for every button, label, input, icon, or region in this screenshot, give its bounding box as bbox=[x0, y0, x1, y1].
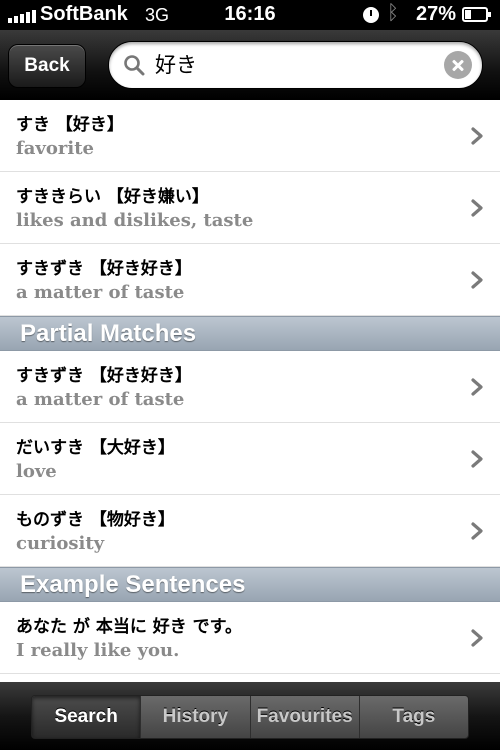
chevron-right-icon bbox=[471, 271, 483, 289]
entry-japanese: だいすき 【大好き】 bbox=[16, 438, 175, 458]
search-bar: Back 好き bbox=[0, 30, 500, 100]
list-item[interactable]: すきずき 【好き好き】 a matter of taste bbox=[0, 244, 500, 316]
chevron-right-icon bbox=[471, 127, 483, 145]
entry-japanese: すき 【好き】 bbox=[16, 115, 124, 135]
results-list: すき 【好き】 favorite すききらい 【好き嫌い】 likes and … bbox=[0, 100, 500, 682]
chevron-right-icon bbox=[471, 199, 483, 217]
sentence-english: I really like you. bbox=[16, 640, 180, 661]
entry-english: a matter of taste bbox=[16, 282, 185, 303]
sentence-japanese: あなた が 本当に 好き です。 bbox=[16, 617, 242, 637]
list-item[interactable]: だいすき 【大好き】 love bbox=[0, 423, 500, 495]
list-item[interactable]: すきずき 【好き好き】 a matter of taste bbox=[0, 351, 500, 423]
search-input[interactable]: 好き bbox=[108, 41, 483, 89]
entry-japanese: すきずき 【好き好き】 bbox=[16, 366, 192, 386]
tab-tags[interactable]: Tags bbox=[360, 696, 468, 738]
search-icon bbox=[124, 55, 145, 76]
segmented-control: Search History Favourites Tags bbox=[31, 695, 469, 739]
list-item[interactable]: すききらい 【好き嫌い】 likes and dislikes, taste bbox=[0, 172, 500, 244]
tab-favourites[interactable]: Favourites bbox=[251, 696, 360, 738]
entry-english: love bbox=[16, 461, 57, 482]
rotation-lock-icon bbox=[363, 7, 379, 23]
tab-search[interactable]: Search bbox=[32, 696, 142, 738]
chevron-right-icon bbox=[471, 450, 483, 468]
battery-icon bbox=[462, 7, 491, 22]
list-item[interactable]: ものずき 【物好き】 curiosity bbox=[0, 495, 500, 567]
entry-english: favorite bbox=[16, 138, 94, 159]
list-item[interactable]: あなた が 本当に 好き です。 I really like you. bbox=[0, 602, 500, 674]
chevron-right-icon bbox=[471, 522, 483, 540]
section-header-example-sentences: Example Sentences bbox=[0, 567, 500, 602]
section-title: Partial Matches bbox=[20, 320, 197, 347]
entry-japanese: ものずき 【物好き】 bbox=[16, 510, 175, 530]
entry-english: likes and dislikes, taste bbox=[16, 210, 254, 231]
clear-icon[interactable] bbox=[444, 51, 472, 79]
search-query: 好き bbox=[155, 53, 197, 77]
chevron-right-icon bbox=[471, 378, 483, 396]
chevron-right-icon bbox=[471, 629, 483, 647]
section-header-partial-matches: Partial Matches bbox=[0, 316, 500, 351]
list-item[interactable]: すき 【好き】 favorite bbox=[0, 100, 500, 172]
bluetooth-icon: ᛒ bbox=[387, 2, 399, 24]
entry-japanese: すききらい 【好き嫌い】 bbox=[16, 187, 209, 207]
battery-percentage: 27% bbox=[416, 3, 457, 25]
back-button[interactable]: Back bbox=[8, 44, 86, 88]
tab-history[interactable]: History bbox=[141, 696, 251, 738]
section-title: Example Sentences bbox=[20, 571, 246, 598]
entry-english: curiosity bbox=[16, 533, 105, 554]
entry-english: a matter of taste bbox=[16, 389, 185, 410]
status-bar: SoftBank 3G 16:16 ᛒ 27% bbox=[0, 0, 500, 30]
entry-japanese: すきずき 【好き好き】 bbox=[16, 259, 192, 279]
tab-bar: Search History Favourites Tags bbox=[0, 682, 500, 750]
